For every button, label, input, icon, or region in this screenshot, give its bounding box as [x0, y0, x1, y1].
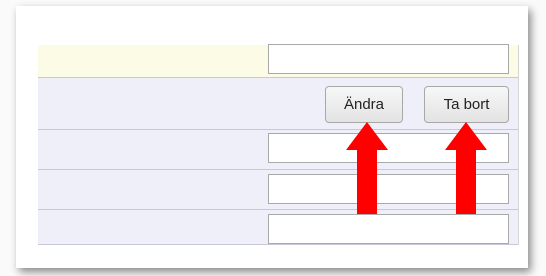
- annotation-arrow-edit-icon: [346, 122, 388, 214]
- text-field-3[interactable]: [268, 214, 509, 244]
- annotation-arrow-delete-icon: [445, 122, 487, 214]
- screenshot-frame: Ändra Ta bort: [0, 0, 546, 276]
- table-right-border: [518, 45, 519, 245]
- edit-button[interactable]: Ändra: [325, 86, 403, 123]
- delete-button[interactable]: Ta bort: [424, 86, 509, 123]
- highlighted-row-field[interactable]: [268, 44, 509, 74]
